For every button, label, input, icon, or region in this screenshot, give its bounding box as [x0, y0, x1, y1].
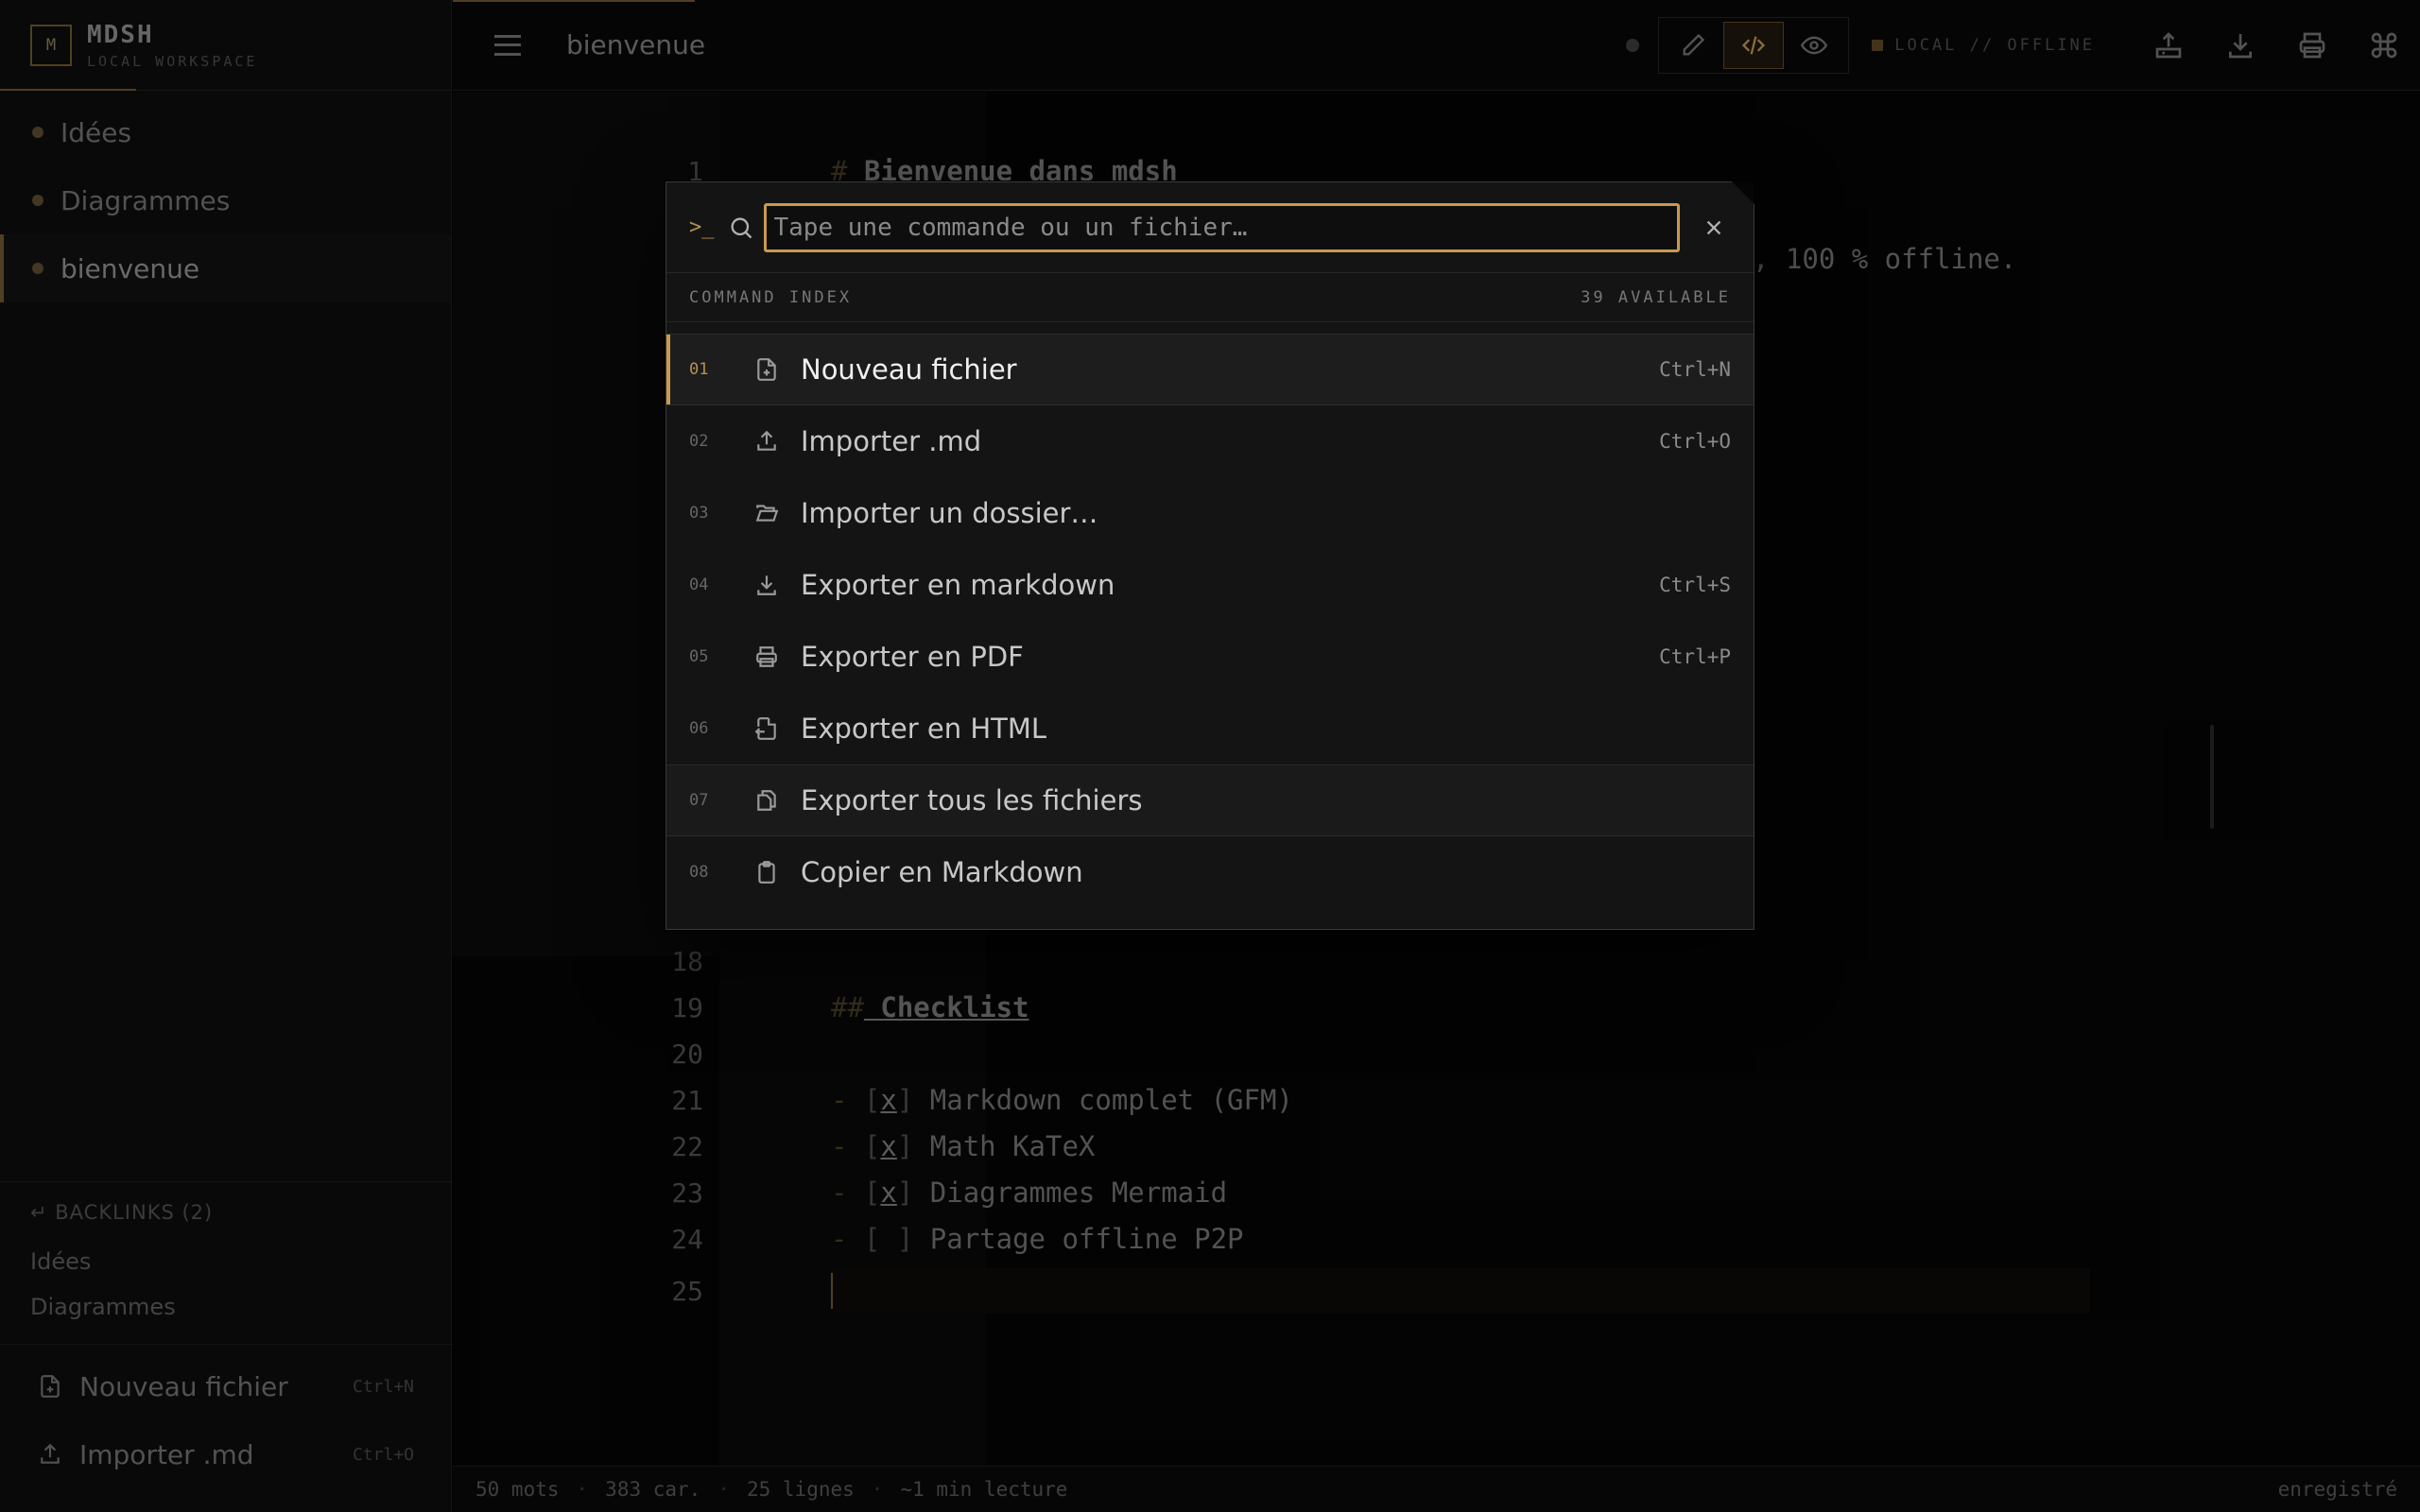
command-search-input[interactable]: [763, 202, 1680, 252]
folder-open-icon: [755, 505, 779, 522]
command-label: Exporter en markdown: [801, 569, 1115, 601]
prompt-icon: >_: [689, 215, 715, 239]
command-label: Exporter en PDF: [801, 641, 1024, 673]
command-label: Copier en Markdown: [801, 856, 1083, 888]
command-label: Nouveau fichier: [801, 353, 1017, 386]
command-item[interactable]: 01 Nouveau fichier Ctrl+N: [666, 334, 1754, 405]
command-shortcut: Ctrl+P: [1659, 645, 1731, 668]
command-index-label: COMMAND INDEX: [689, 287, 853, 307]
command-item[interactable]: 04 Exporter en markdown Ctrl+S: [666, 549, 1754, 621]
command-number: 01: [689, 360, 709, 379]
command-shortcut: Ctrl+N: [1659, 358, 1731, 381]
command-item[interactable]: 06 Exporter en HTML: [666, 693, 1754, 765]
command-item[interactable]: 07 Exporter tous les fichiers: [666, 765, 1754, 836]
command-number: 02: [689, 432, 709, 451]
command-item[interactable]: 03 Importer un dossier…: [666, 477, 1754, 549]
file-plus-icon: [757, 358, 776, 381]
command-number: 07: [689, 791, 709, 810]
command-item[interactable]: 05 Exporter en PDF Ctrl+P: [666, 621, 1754, 693]
command-shortcut: Ctrl+O: [1659, 430, 1731, 453]
file-export-icon: [754, 717, 776, 740]
command-number: 05: [689, 647, 709, 666]
palette-search-row: >_: [666, 182, 1754, 273]
command-number: 06: [689, 719, 709, 738]
command-label: Importer un dossier…: [801, 497, 1098, 529]
command-number: 04: [689, 576, 709, 594]
command-label: Importer .md: [801, 425, 982, 457]
close-button[interactable]: [1697, 211, 1731, 245]
command-palette: >_ COMMAND INDEX 39 AVAILABLE 01 Nouveau…: [666, 181, 1754, 930]
command-item[interactable]: 02 Importer .md Ctrl+O: [666, 405, 1754, 477]
files-icon: [757, 790, 776, 811]
command-label: Exporter tous les fichiers: [801, 784, 1143, 816]
command-shortcut: Ctrl+S: [1659, 574, 1731, 596]
command-index-header: COMMAND INDEX 39 AVAILABLE: [666, 273, 1754, 322]
available-count: 39 AVAILABLE: [1581, 287, 1731, 307]
close-icon: [1706, 220, 1721, 234]
command-label: Exporter en HTML: [801, 713, 1047, 745]
command-number: 08: [689, 863, 709, 882]
search-icon: [731, 217, 752, 238]
printer-icon: [756, 646, 777, 667]
clipboard-icon: [758, 861, 775, 884]
upload-icon: [757, 430, 776, 451]
download-icon: [757, 576, 776, 595]
command-list: 01 Nouveau fichier Ctrl+N 02 Importer .m…: [666, 334, 1754, 908]
command-item[interactable]: 08 Copier en Markdown: [666, 836, 1754, 908]
command-number: 03: [689, 504, 709, 523]
